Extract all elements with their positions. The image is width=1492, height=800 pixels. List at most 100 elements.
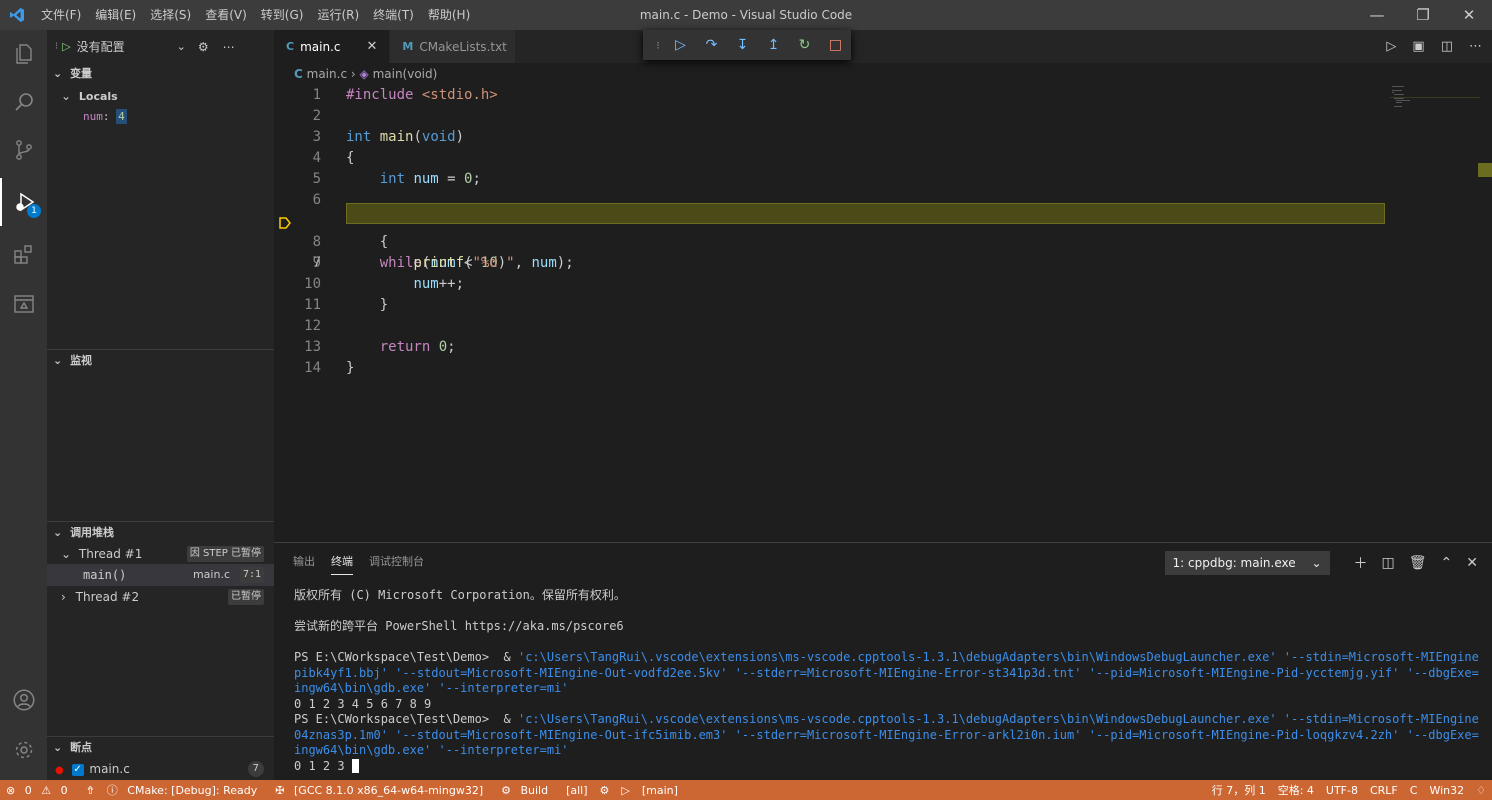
tab-terminal[interactable]: 终端 bbox=[331, 550, 353, 575]
menu-go[interactable]: 转到(G) bbox=[254, 0, 311, 30]
variable-row[interactable]: num: 4 bbox=[47, 106, 274, 128]
stop-icon[interactable]: □ bbox=[820, 37, 851, 53]
breakpoint-checkbox[interactable]: ✓ bbox=[71, 763, 84, 776]
line-number: 2 bbox=[312, 108, 321, 124]
debug-config-select[interactable]: 没有配置 bbox=[77, 38, 177, 55]
line-number: 10 bbox=[304, 276, 321, 292]
thread-row[interactable]: ⌄ Thread #1 因 STEP 已暂停 bbox=[47, 543, 274, 565]
step-out-icon[interactable]: ↥ bbox=[758, 37, 789, 53]
debug-file-icon[interactable]: ▣ bbox=[1412, 39, 1424, 54]
thread-status-badge: 因 STEP 已暂停 bbox=[186, 546, 264, 562]
breakpoints-section-header[interactable]: ⌄ 断点 bbox=[47, 736, 274, 758]
stack-frame-row[interactable]: main() main.c 7:1 bbox=[47, 564, 274, 586]
breadcrumb-file[interactable]: main.c bbox=[307, 67, 347, 81]
end-of-line[interactable]: CRLF bbox=[1364, 784, 1404, 797]
breakpoint-row[interactable]: ● ✓ main.c 7 bbox=[47, 758, 274, 780]
notifications-bell-icon[interactable]: ♢ bbox=[1470, 784, 1492, 797]
terminal-select[interactable]: 1: cppdbg: main.exe ⌄ bbox=[1164, 551, 1330, 575]
menu-help[interactable]: 帮助(H) bbox=[421, 0, 477, 30]
search-icon[interactable] bbox=[0, 78, 47, 126]
close-window-button[interactable]: ✕ bbox=[1446, 0, 1492, 30]
watch-section-header[interactable]: ⌄ 监视 bbox=[47, 349, 274, 371]
settings-gear-icon[interactable] bbox=[0, 726, 47, 774]
cursor-position[interactable]: 行 7，列 1 bbox=[1206, 782, 1272, 798]
build-target[interactable]: [all] bbox=[560, 784, 593, 797]
tab-debug-console[interactable]: 调试控制台 bbox=[369, 543, 424, 581]
callstack-section-header[interactable]: ⌄ 调用堆栈 bbox=[47, 521, 274, 543]
menu-selection[interactable]: 选择(S) bbox=[143, 0, 198, 30]
title-bar: 文件(F) 编辑(E) 选择(S) 查看(V) 转到(G) 运行(R) 终端(T… bbox=[0, 0, 1492, 30]
terminal-line: PS E:\CWorkspace\Test\Demo> & 'c:\Users\… bbox=[294, 650, 1479, 664]
indentation[interactable]: 空格: 4 bbox=[1272, 782, 1320, 798]
start-debugging-icon[interactable]: ▷ bbox=[62, 40, 70, 53]
terminal-output[interactable]: 版权所有 (C) Microsoft Corporation。保留所有权利。 尝… bbox=[294, 588, 1479, 774]
menu-terminal[interactable]: 终端(T) bbox=[366, 0, 421, 30]
tab-output[interactable]: 输出 bbox=[293, 543, 315, 581]
code-line: num++; bbox=[413, 276, 465, 292]
remote-explorer-icon[interactable] bbox=[0, 280, 47, 328]
more-actions-icon[interactable]: ⋯ bbox=[223, 40, 235, 54]
split-terminal-icon[interactable]: ◫ bbox=[1382, 555, 1395, 571]
drag-handle-icon[interactable]: ⁝ bbox=[651, 39, 665, 52]
terminal-cursor bbox=[351, 759, 359, 773]
restart-icon[interactable]: ↻ bbox=[789, 37, 820, 53]
menu-bar: 文件(F) 编辑(E) 选择(S) 查看(V) 转到(G) 运行(R) 终端(T… bbox=[34, 0, 477, 30]
extensions-icon[interactable] bbox=[0, 230, 47, 278]
run-debug-icon[interactable]: 1 bbox=[0, 178, 47, 226]
window-controls: — ❐ ✕ bbox=[1354, 0, 1492, 30]
c-file-icon: C bbox=[294, 67, 303, 81]
menu-run[interactable]: 运行(R) bbox=[310, 0, 366, 30]
locals-scope[interactable]: ⌄ Locals bbox=[47, 85, 274, 107]
minimize-button[interactable]: — bbox=[1354, 0, 1400, 30]
language-mode[interactable]: C bbox=[1404, 784, 1424, 797]
thread-row[interactable]: › Thread #2 已暂停 bbox=[47, 586, 274, 608]
breadcrumb: C main.c › ◈ main(void) bbox=[274, 63, 1492, 85]
split-editor-icon[interactable]: ◫ bbox=[1441, 39, 1453, 54]
debug-icon[interactable]: ⚙ bbox=[594, 784, 616, 797]
code-line: { bbox=[346, 150, 355, 166]
continue-icon[interactable]: ▷ bbox=[665, 37, 696, 53]
chevron-down-icon: ⌄ bbox=[53, 526, 63, 539]
step-over-icon[interactable]: ↷ bbox=[696, 37, 727, 53]
terminal-line: 04znas3p.1m0' '--stdout=Microsoft-MIEngi… bbox=[294, 727, 1479, 742]
minimap[interactable] bbox=[1390, 84, 1480, 124]
settings-gear-icon[interactable]: ⚙ bbox=[198, 40, 209, 54]
menu-view[interactable]: 查看(V) bbox=[198, 0, 254, 30]
terminal-line: 0 1 2 3 4 5 6 7 8 9 bbox=[294, 696, 432, 711]
tab-cmakelists[interactable]: M CMakeLists.txt bbox=[390, 30, 517, 63]
explorer-icon[interactable] bbox=[0, 30, 47, 78]
run-icon[interactable]: ▷ bbox=[615, 784, 635, 797]
problems-indicator[interactable]: ⊗ 0 ⚠ 0 bbox=[0, 784, 80, 797]
maximize-panel-icon[interactable]: ⌃ bbox=[1441, 555, 1453, 571]
run-file-icon[interactable]: ▷ bbox=[1386, 39, 1396, 54]
code-line: printf("%d ", num); bbox=[413, 255, 574, 271]
encoding[interactable]: UTF-8 bbox=[1320, 784, 1364, 797]
accounts-icon[interactable] bbox=[0, 676, 47, 724]
editor-area: C main.c ✕ M CMakeLists.txt ▷ ▣ ◫ ⋯ C ma… bbox=[274, 30, 1492, 542]
build-button[interactable]: ⚙ Build bbox=[495, 784, 560, 797]
step-into-icon[interactable]: ↧ bbox=[727, 37, 758, 53]
close-tab-icon[interactable]: ✕ bbox=[366, 39, 377, 54]
code-line: int num = 0; bbox=[379, 171, 481, 187]
cmake-status[interactable]: ⓘ CMake: [Debug]: Ready bbox=[101, 782, 269, 798]
variables-section-header[interactable]: ⌄ 变量 bbox=[47, 63, 274, 85]
menu-edit[interactable]: 编辑(E) bbox=[88, 0, 143, 30]
menu-file[interactable]: 文件(F) bbox=[34, 0, 88, 30]
source-control-icon[interactable] bbox=[0, 126, 47, 174]
chevron-down-icon[interactable]: ⌄ bbox=[177, 40, 186, 53]
more-actions-icon[interactable]: ⋯ bbox=[1469, 39, 1482, 54]
platform[interactable]: Win32 bbox=[1423, 784, 1470, 797]
code-line: #include <stdio.h> bbox=[346, 87, 498, 103]
status-bar: ⊗ 0 ⚠ 0 ⇮ ⓘ CMake: [Debug]: Ready ✠ [GCC… bbox=[0, 780, 1492, 800]
cmake-kit[interactable]: ✠ [GCC 8.1.0 x86_64-w64-mingw32] bbox=[269, 784, 495, 797]
launch-target[interactable]: [main] bbox=[636, 784, 684, 797]
tab-main-c[interactable]: C main.c ✕ bbox=[274, 30, 391, 63]
new-terminal-icon[interactable]: ＋ bbox=[1354, 553, 1368, 573]
close-panel-icon[interactable]: ✕ bbox=[1466, 555, 1478, 571]
kill-terminal-icon[interactable]: 🗑 bbox=[1409, 555, 1427, 571]
debug-launch-icon[interactable]: ⇮ bbox=[80, 784, 101, 797]
breadcrumb-symbol[interactable]: main(void) bbox=[373, 67, 438, 81]
activity-bar: 1 bbox=[0, 30, 47, 780]
restore-button[interactable]: ❐ bbox=[1400, 0, 1446, 30]
